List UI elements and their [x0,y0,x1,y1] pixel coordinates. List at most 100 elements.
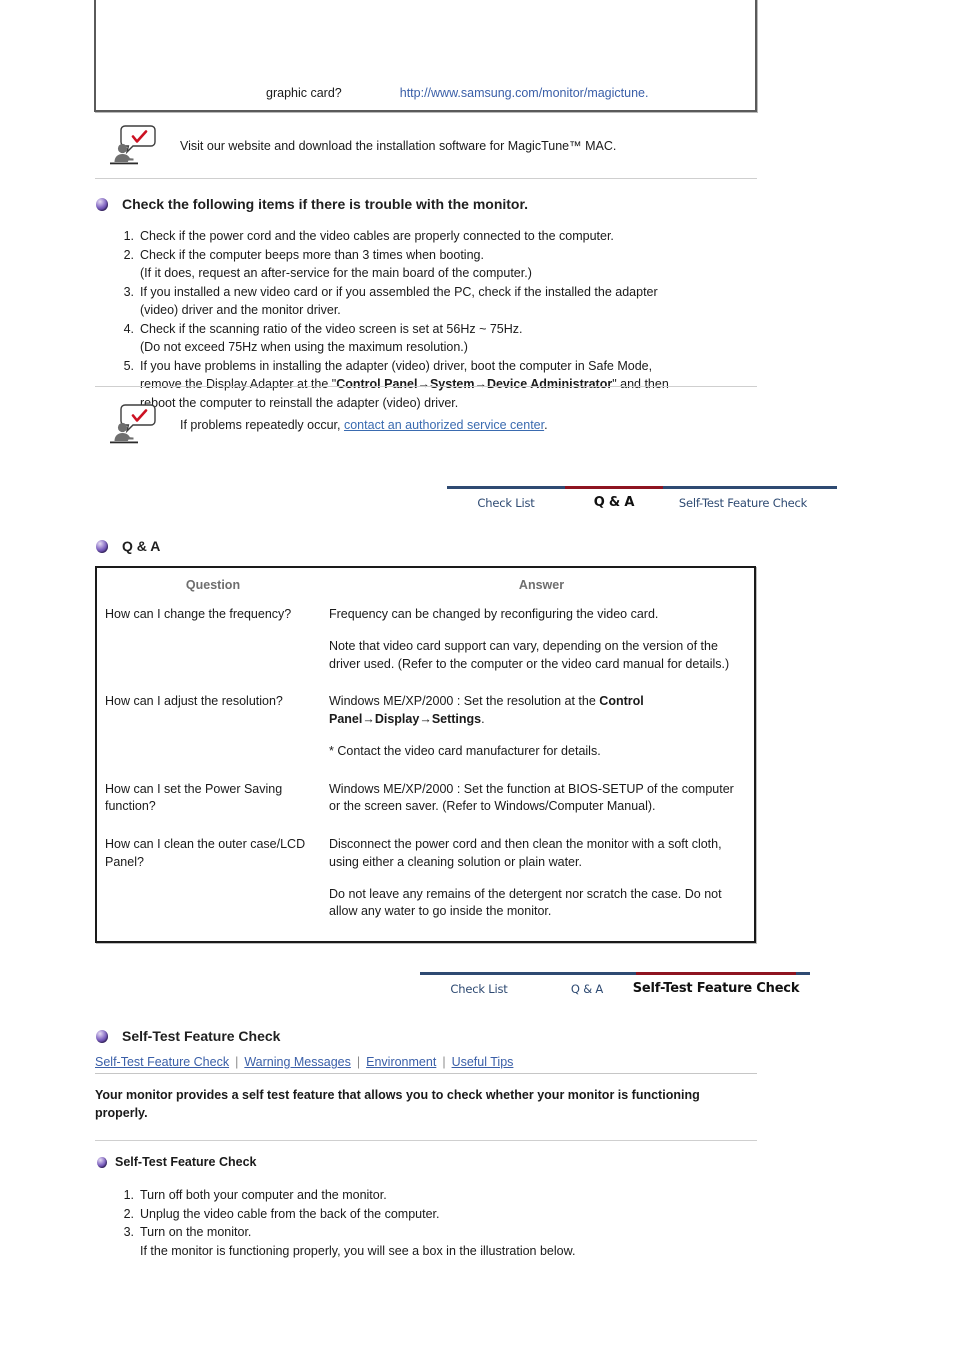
check-list-item: 1. Check if the power cord and the video … [106,227,766,246]
qa-answer-cell: Windows ME/XP/2000 : Set the resolution … [329,693,754,780]
selftest-step-item-line: Unplug the video cable from the back of … [140,1206,440,1221]
selftest-steps-list: 1. Turn off both your computer and the mo… [106,1186,766,1260]
qa-answer-paragraph: Do not leave any remains of the detergen… [329,886,722,919]
qa-answer-cell: Frequency can be changed by reconfigurin… [329,606,754,693]
answer-text-pre: Windows ME/XP/2000 : Set the resolution … [329,694,600,709]
subnav-link-self-test-feature-check[interactable]: Self-Test Feature Check [95,1055,229,1069]
qa-question-cell: How can I set the Power Saving function? [105,781,283,814]
top-info-box: graphic card? http://www.samsung.com/mon… [94,0,757,112]
person-speech-check-icon [108,124,158,166]
selftest-tab-self-test-feature-check[interactable]: Self-Test Feature Check [633,972,799,1002]
selftest-step-item: 1. Turn off both your computer and the mo… [106,1186,766,1205]
check-list-item: 4. Check if the scanning ratio of the vid… [106,320,766,357]
selftest-step-item-number: 2. [123,1206,134,1221]
qa-answer-paragraph: Windows ME/XP/2000 : Set the function at… [329,781,734,814]
check-list-item-line: Check if the computer beeps more than 3 … [140,247,484,262]
qa-heading-text: Q & A [122,538,161,554]
line-text-post: " and then [612,377,669,391]
bullet-sphere-icon [96,539,108,553]
selftest-sub-heading: Self-Test Feature Check [97,1155,256,1169]
selftest-tab-edge[interactable] [796,972,810,1002]
subnav-link-warning-messages[interactable]: Warning Messages [244,1055,351,1069]
table-row: How can I change the frequency? Frequency… [97,606,754,693]
qa-tab-label: Self-Test Feature Check [678,495,808,510]
selftest-tab-q-a[interactable]: Q & A [538,972,636,1002]
check-list-item-line: If you installed a new video card or if … [140,284,658,299]
table-row: How can I set the Power Saving function?… [97,781,754,837]
selftest-step-item-number: 1. [123,1188,134,1202]
selftest-step-item-number: 3. [123,1225,134,1239]
check-list-item-line: If you have problems in installing the a… [140,358,653,373]
check-list-item-line: (Do not exceed 75Hz when using the maxim… [140,340,468,354]
selftest-step-item: 2. Unplug the video cable from the back o… [106,1205,766,1224]
tabstrip-selftest[interactable]: Check List Q & A Self-Test Feature Check [420,972,810,1002]
check-list-item-number: 4. [123,321,134,336]
qa-answer-cell: Windows ME/XP/2000 : Set the function at… [329,781,754,837]
qa-tab-label: Q & A [593,495,635,510]
qa-col-answer: Answer [518,578,565,592]
qa-answer-paragraph: * Contact the video card manufacturer fo… [329,743,601,758]
check-list-item: 3. If you installed a new video card or i… [106,283,766,320]
subnav-separator: | [356,1055,361,1069]
check-list-item-line: Check if the power cord and the video ca… [140,229,614,243]
subnav-separator: | [235,1055,239,1069]
check-list-item-line: remove the Display Adapter at the "Contr… [140,375,766,394]
selftest-heading-text: Self-Test Feature Check [122,1028,281,1044]
magictune-url-link[interactable]: http://www.samsung.com/monitor/magictune… [400,86,649,100]
check-list-item-line: (If it does, request an after-service fo… [140,266,532,280]
service-center-link[interactable]: contact an authorized service center [344,418,544,432]
qa-tab-self-test-feature-check[interactable]: Self-Test Feature Check [663,486,823,516]
qa-tab-edge[interactable] [823,486,837,516]
check-list-item: 2. Check if the computer beeps more than … [106,246,766,283]
tabstrip-qa[interactable]: Check List Q & A Self-Test Feature Check [447,486,837,516]
qa-col-question: Question [185,578,241,592]
qa-answer-paragraph: Note that video card support can vary, d… [329,638,730,671]
qa-answer-paragraph: Disconnect the power cord and then clean… [329,837,722,869]
selftest-sub-heading-text: Self-Test Feature Check [115,1155,257,1169]
qa-heading: Q & A [96,538,160,554]
bullet-sphere-icon [96,197,108,211]
person-speech-check-icon [108,403,158,445]
selftest-step-item-line: If the monitor is functioning properly, … [140,1243,576,1258]
bullet-sphere-icon [97,1156,107,1168]
selftest-step-item: 3. Turn on the monitor. If the monitor is … [106,1223,766,1260]
tip-magictune-mac: Visit our website and download the insta… [108,124,758,166]
selftest-tab-label: Check List [450,981,508,996]
manual-page: graphic card? http://www.samsung.com/mon… [0,0,954,1351]
qa-answer-paragraph: Windows ME/XP/2000 : Set the resolution … [329,693,736,729]
graphic-card-question: graphic card? [266,86,342,100]
qa-question-cell: How can I change the frequency? [105,607,292,621]
divider-after-check-list [95,386,757,387]
check-list-item-line: Check if the scanning ratio of the video… [140,321,523,336]
check-list-item-number: 3. [123,284,134,299]
line-text-pre: remove the Display Adapter at the " [140,377,337,391]
subnav-separator: | [442,1055,446,1069]
selftest-subnav[interactable]: Self-Test Feature Check | Warning Messages… [95,1055,757,1074]
qa-table: Question Answer How can I change the fre… [95,566,756,943]
check-list-item-number: 5. [123,358,134,373]
qa-table-body: How can I change the frequency? Frequency… [97,606,754,941]
bullet-sphere-icon [96,1029,108,1043]
qa-answer-paragraph: Frequency can be changed by reconfigurin… [329,607,659,621]
qa-tab-label: Check List [477,495,535,510]
qa-question-cell: How can I clean the outer case/LCD Panel… [105,837,306,869]
top-info-box-row: graphic card? http://www.samsung.com/mon… [96,86,755,100]
divider-after-tip-1 [95,178,757,179]
selftest-tab-label: Self-Test Feature Check [632,981,800,996]
tip-service-suffix: . [544,418,548,432]
check-list-item-line: (video) driver and the monitor driver. [140,303,341,317]
selftest-step-item-line: Turn on the monitor. [140,1225,252,1239]
tip-service-center-text: If problems repeatedly occur, contact an… [180,403,548,434]
qa-tab-check-list[interactable]: Check List [447,486,565,516]
qa-tab-q-a[interactable]: Q & A [565,486,663,516]
check-list-heading-text: Check the following items if there is tr… [122,196,529,212]
subnav-link-environment[interactable]: Environment [366,1055,436,1069]
tip-service-center: If problems repeatedly occur, contact an… [108,403,758,445]
subnav-link-useful-tips[interactable]: Useful Tips [452,1055,514,1069]
tip-magictune-mac-text: Visit our website and download the insta… [180,139,617,153]
check-list-heading: Check the following items if there is tr… [96,196,528,212]
selftest-tab-check-list[interactable]: Check List [420,972,538,1002]
divider-before-selftest-steps [95,1140,757,1141]
line-text-bold: Control Panel→System→Device Administrato… [336,377,613,391]
selftest-lead-text: Your monitor provides a self test featur… [95,1088,700,1121]
